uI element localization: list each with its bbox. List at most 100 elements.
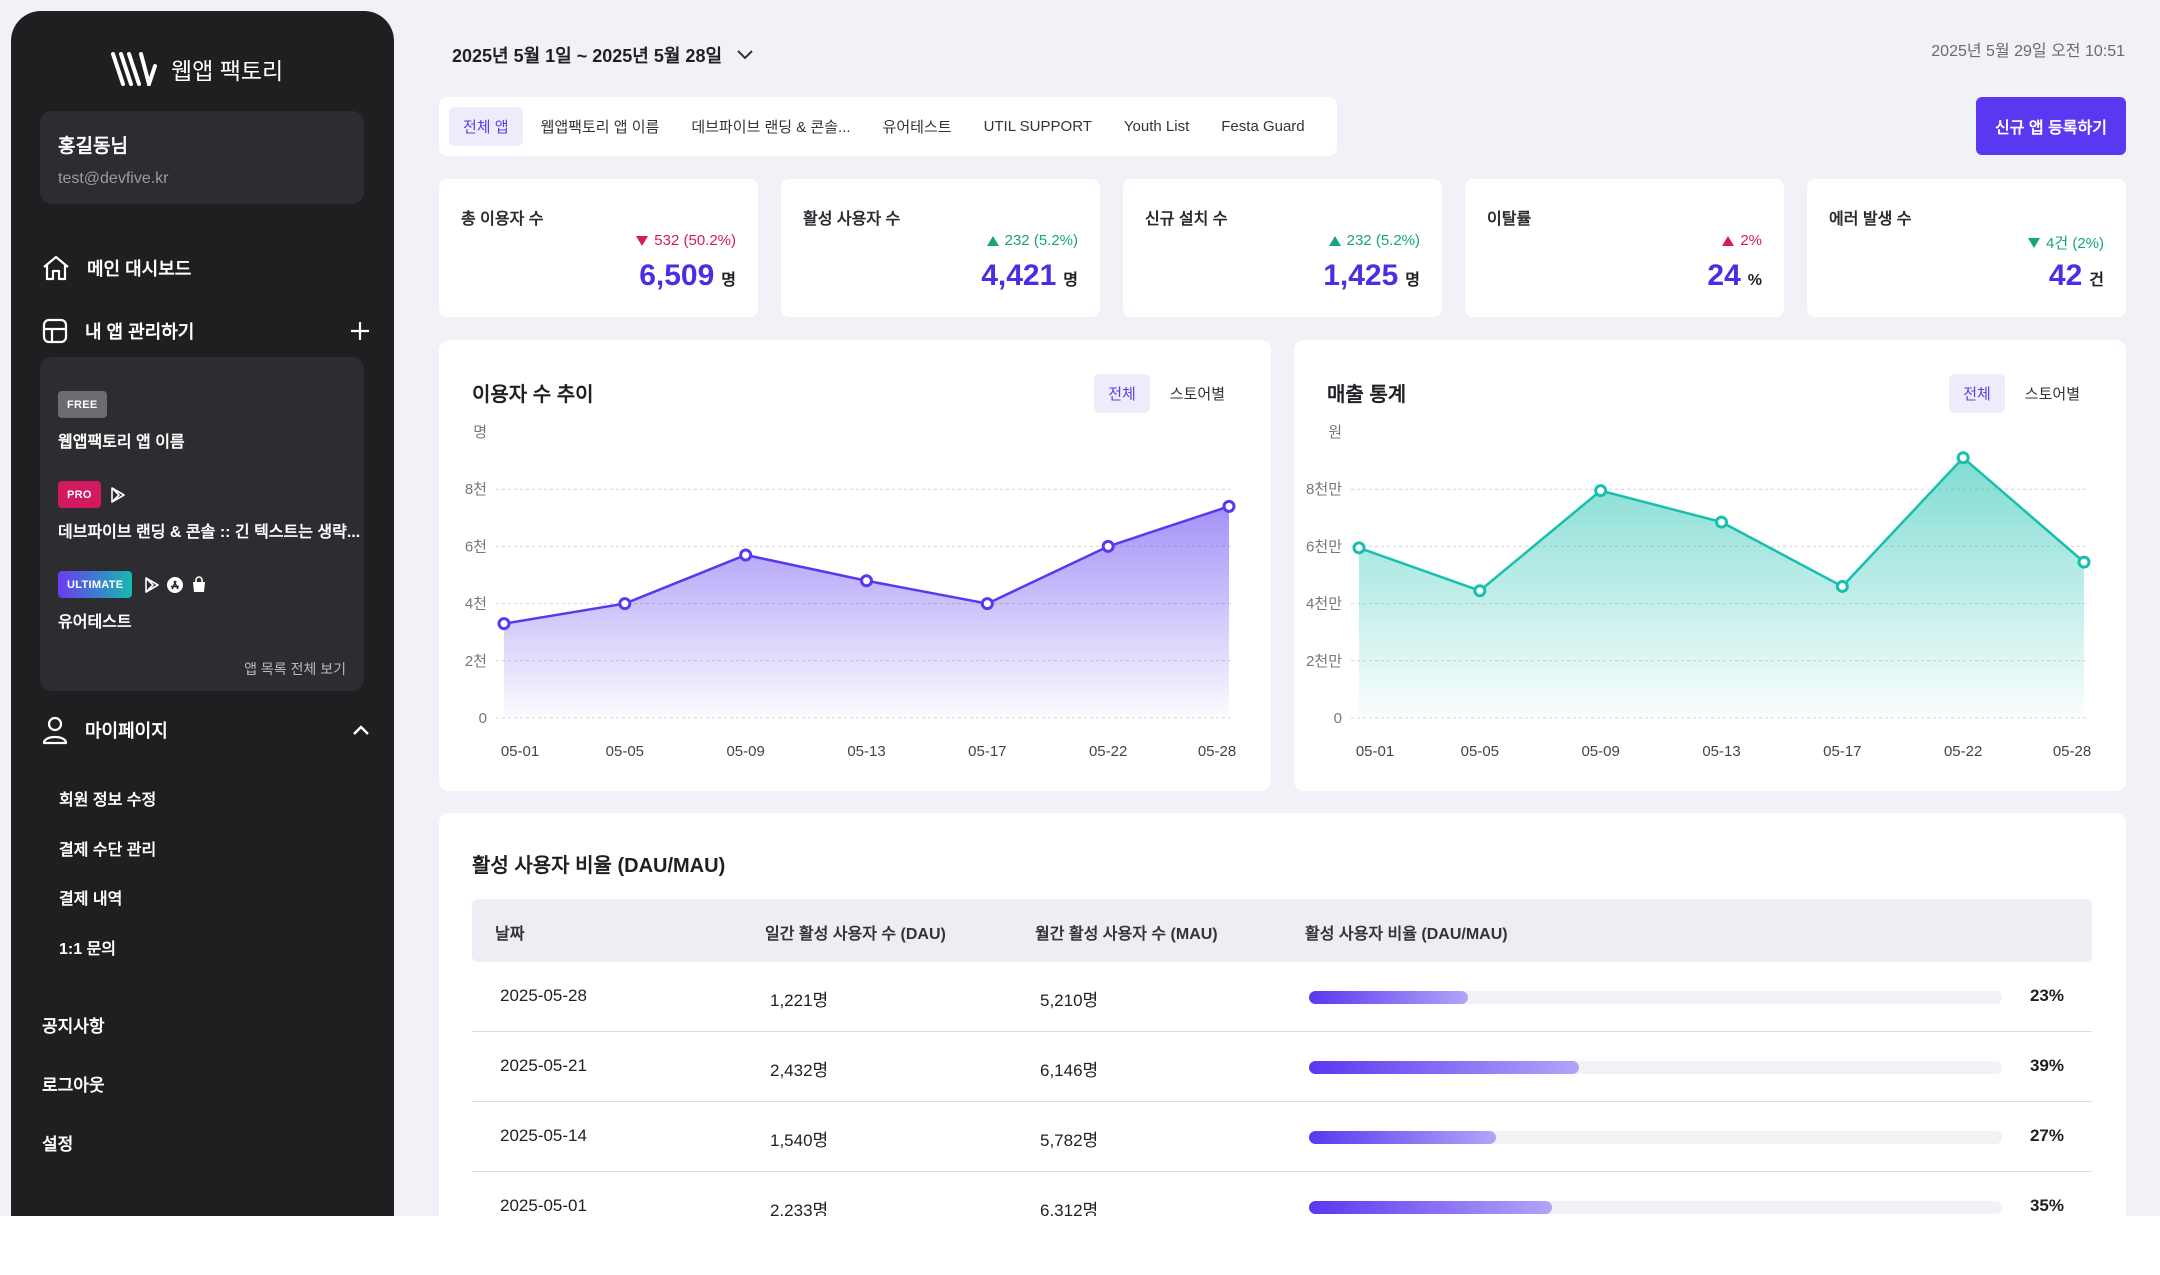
home-icon [43, 255, 69, 281]
data-point [1473, 584, 1487, 598]
tab-app[interactable]: 데브파이브 랜딩 & 콘솔... [677, 107, 864, 146]
row-pct: 39% [2029, 1056, 2064, 1075]
nav-logout[interactable]: 로그아웃 [42, 1071, 105, 1096]
mypage-inquiry[interactable]: 1:1 문의 [59, 935, 116, 959]
ratio-bar-fill [1309, 1061, 1580, 1074]
stat-value: 42 건 [2049, 259, 2104, 293]
stat-value: 1,425 명 [1323, 259, 1420, 293]
x-tick-label: 05-22 [1089, 743, 1127, 760]
nav-dashboard-label: 메인 대시보드 [87, 259, 192, 279]
stat-value: 24 % [1707, 259, 1762, 293]
stat-label: 신규 설치 수 [1145, 211, 1228, 228]
col-date: 날짜 [495, 926, 525, 943]
data-point [2077, 555, 2091, 569]
y-tick-label: 8천만 [1306, 481, 1342, 498]
app-plan-badge: PRO [58, 481, 101, 508]
play-store-icon [145, 577, 159, 593]
data-point [1956, 451, 1970, 465]
tab-app[interactable]: Youth List [1110, 109, 1203, 144]
stat-delta-text: 232 (5.2%) [1346, 232, 1420, 249]
table-row: 2025-05-21 2,432명 6,146명 39% [472, 1032, 2092, 1102]
stat-unit: % [1747, 272, 1762, 289]
user-profile-card[interactable]: 홍길동님 test@devfive.kr [40, 111, 364, 204]
x-tick-label: 05-13 [1702, 743, 1740, 760]
y-tick-label: 4천 [465, 596, 487, 613]
triangle-up-icon [1328, 235, 1341, 246]
triangle-up-icon [1722, 235, 1735, 246]
ratio-bar [1309, 1131, 2002, 1144]
table-header: 날짜 일간 활성 사용자 수 (DAU) 월간 활성 사용자 수 (MAU) 활… [472, 899, 2092, 962]
chevron-down-icon [737, 50, 753, 60]
row-date: 2025-05-01 [500, 1196, 587, 1215]
data-point [739, 548, 753, 562]
nav-dashboard[interactable]: 메인 대시보드 [41, 254, 371, 282]
sidebar: 웹앱 팩토리 홍길동님 test@devfive.kr 메인 대시보드 내 앱 … [11, 11, 394, 1216]
row-mau: 6,146명 [1040, 1061, 1099, 1080]
nav-settings[interactable]: 설정 [42, 1130, 73, 1155]
x-tick-label: 05-28 [1198, 743, 1236, 760]
tab-app[interactable]: Festa Guard [1207, 109, 1318, 144]
app-plan-badge: FREE [58, 391, 107, 418]
tab-all-apps[interactable]: 전체 앱 [449, 107, 523, 146]
table-title: 활성 사용자 비율 (DAU/MAU) [472, 855, 726, 877]
dau-mau-card: 활성 사용자 비율 (DAU/MAU) 날짜 일간 활성 사용자 수 (DAU)… [439, 813, 2126, 1275]
stat-number: 4,421 [981, 259, 1057, 292]
stat-delta: 4건 (2%) [2028, 232, 2104, 253]
tab-app[interactable]: 웹앱팩토리 앱 이름 [527, 107, 674, 146]
x-tick-label: 05-17 [1823, 743, 1861, 760]
ratio-bar [1309, 1201, 2002, 1214]
nav-mypage[interactable]: 마이페이지 [41, 715, 371, 745]
y-tick-label: 2천만 [1306, 653, 1342, 670]
mypage-edit-profile[interactable]: 회원 정보 수정 [59, 786, 156, 810]
y-tick-label: 6천 [465, 538, 487, 555]
view-all-apps-link[interactable]: 앱 목록 전체 보기 [244, 659, 346, 679]
stat-number: 6,509 [639, 259, 715, 292]
nav-mypage-label: 마이페이지 [85, 721, 168, 741]
stat-label: 에러 발생 수 [1829, 211, 1912, 228]
nav-notice[interactable]: 공지사항 [42, 1012, 105, 1037]
mypage-payment-methods[interactable]: 결제 수단 관리 [59, 836, 156, 860]
ratio-bar-fill [1309, 1131, 1497, 1144]
stat-total-users: 총 이용자 수 532 (50.2%) 6,509 명 [439, 179, 758, 317]
app-item-name[interactable]: 웹앱팩토리 앱 이름 [58, 428, 185, 452]
stat-delta-text: 4건 (2%) [2046, 235, 2104, 252]
mypage-payment-history[interactable]: 결제 내역 [59, 885, 122, 909]
area-fill [504, 506, 1229, 718]
new-app-button[interactable]: 신규 앱 등록하기 [1976, 97, 2126, 155]
plus-icon[interactable] [349, 320, 371, 342]
app-filter-tabs: 전체 앱 웹앱팩토리 앱 이름 데브파이브 랜딩 & 콘솔... 유어테스트 U… [439, 97, 1337, 156]
date-range-picker[interactable]: 2025년 5월 1일 ~ 2025년 5월 28일 [452, 42, 754, 68]
app-item-name[interactable]: 유어테스트 [58, 608, 132, 632]
app-logo[interactable]: 웹앱 팩토리 [111, 44, 283, 94]
row-date: 2025-05-14 [500, 1126, 587, 1145]
x-tick-label: 05-22 [1944, 743, 1982, 760]
row-dau: 1,221명 [770, 991, 829, 1010]
user-icon [42, 716, 68, 745]
stat-churn-rate: 이탈률 2% 24 % [1465, 179, 1784, 317]
tab-app[interactable]: 유어테스트 [869, 107, 966, 146]
app-name: 웹앱 팩토리 [171, 58, 284, 84]
data-point [860, 574, 873, 588]
y-axis-unit: 명 [473, 424, 487, 441]
x-tick-label: 05-05 [606, 743, 644, 760]
x-tick-label: 05-05 [1461, 743, 1499, 760]
col-ratio: 활성 사용자 비율 (DAU/MAU) [1305, 926, 1508, 943]
row-pct: 35% [2029, 1196, 2064, 1215]
app-item-name[interactable]: 데브파이브 랜딩 & 콘솔 :: 긴 텍스트는 생략... [58, 518, 360, 542]
triangle-down-icon [636, 235, 649, 246]
y-tick-label: 6천만 [1306, 538, 1342, 555]
y-tick-label: 8천 [465, 481, 487, 498]
store-icons [144, 576, 208, 594]
stat-unit: 명 [721, 272, 736, 289]
stat-unit: 명 [1063, 272, 1078, 289]
nav-my-apps[interactable]: 내 앱 관리하기 [41, 317, 371, 345]
data-point [1594, 484, 1608, 498]
area-fill [1359, 457, 2084, 718]
row-pct: 23% [2029, 986, 2064, 1005]
chevron-up-icon[interactable] [351, 723, 371, 737]
stat-label: 활성 사용자 수 [803, 211, 901, 228]
row-date: 2025-05-28 [500, 986, 587, 1005]
row-dau: 2,432명 [770, 1061, 829, 1080]
user-email: test@devfive.kr [58, 170, 169, 187]
tab-app[interactable]: UTIL SUPPORT [970, 109, 1106, 144]
